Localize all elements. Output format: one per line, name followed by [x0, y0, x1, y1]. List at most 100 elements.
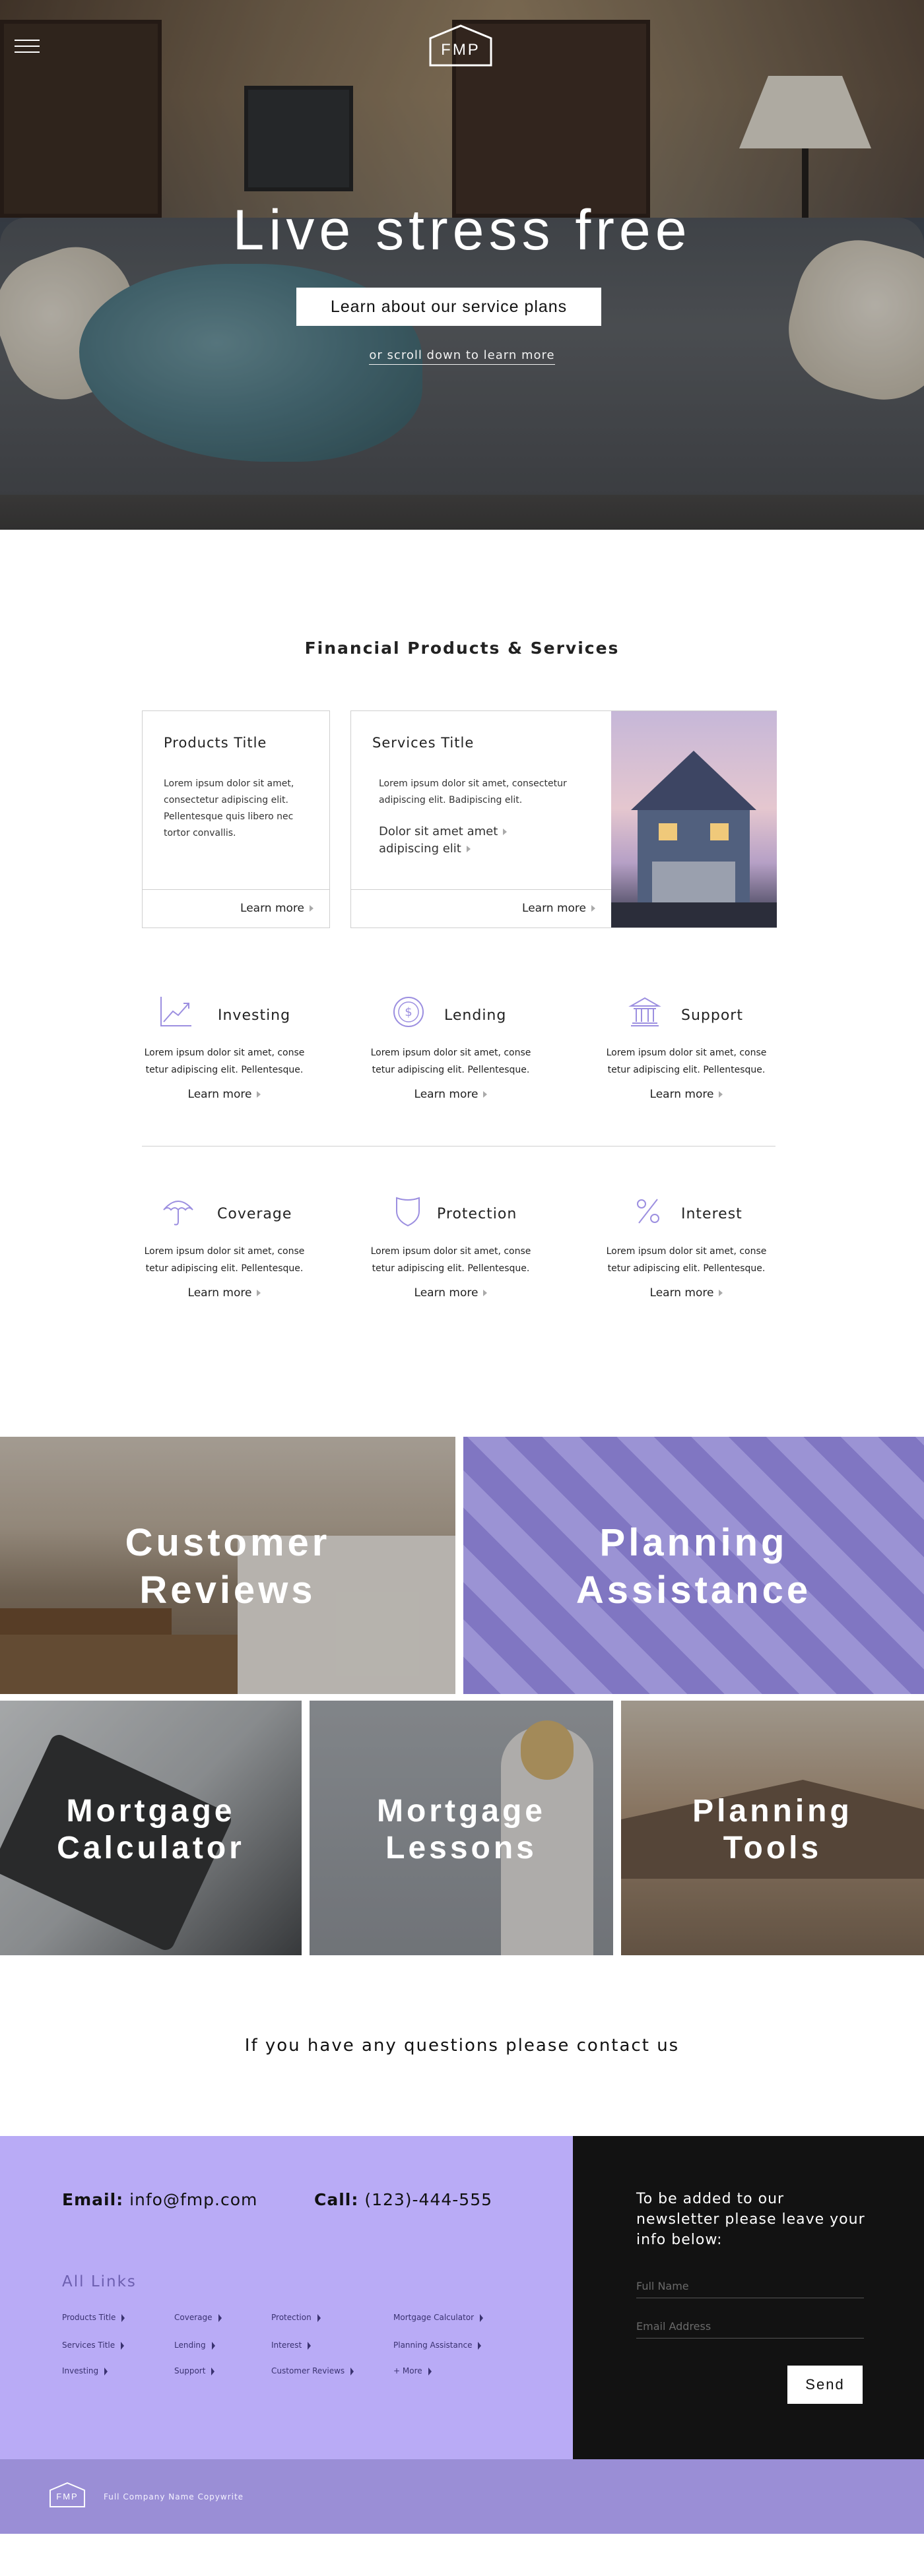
chevron-right-icon: [428, 2367, 432, 2375]
mortgage-calculator-tile[interactable]: Mortgage Calculator: [0, 1701, 302, 1955]
chevron-right-icon: [308, 2341, 312, 2350]
footer-link-label[interactable]: Interest: [271, 2340, 302, 2350]
tile-title-line: Reviews: [139, 1569, 316, 1612]
chevron-right-icon: [218, 2313, 222, 2322]
products-card: Products Title Lorem ipsum dolor sit ame…: [142, 710, 330, 928]
services-sublink[interactable]: adipiscing elit: [379, 840, 507, 858]
tile-title-line: Customer: [125, 1521, 331, 1564]
footer-link[interactable]: Planning Assistance: [393, 2340, 482, 2350]
scroll-down-text[interactable]: or scroll down to learn more: [369, 348, 555, 365]
footer-link-label[interactable]: + More: [393, 2366, 422, 2375]
feature-support: Support Lorem ipsum dolor sit amet, cons…: [597, 994, 776, 1101]
services-card-body: Lorem ipsum dolor sit amet, consectetur …: [379, 778, 567, 805]
products-learn-more-label[interactable]: Learn more: [240, 902, 304, 915]
bank-icon: [628, 997, 661, 1026]
footer-link[interactable]: Support: [174, 2366, 215, 2375]
footer-link-label[interactable]: Products Title: [62, 2313, 116, 2322]
footer-link[interactable]: Lending: [174, 2340, 215, 2350]
fmp-logo[interactable]: FMP: [428, 24, 493, 67]
footer-link-label[interactable]: Planning Assistance: [393, 2340, 472, 2350]
email-link[interactable]: info@fmp.com: [129, 2190, 257, 2209]
scroll-down-link[interactable]: or scroll down to learn more: [0, 348, 924, 365]
products-card-footer: Learn more: [143, 889, 329, 927]
services-card: Services Title Lorem ipsum dolor sit ame…: [350, 710, 777, 928]
products-learn-more-link[interactable]: Learn more: [240, 902, 314, 915]
learn-more-label[interactable]: Learn more: [414, 1286, 478, 1300]
tile-title: Mortgage Calculator: [0, 1793, 302, 1867]
footer-link-label[interactable]: Mortgage Calculator: [393, 2313, 474, 2322]
feature-learn-more-link[interactable]: Learn more: [135, 1286, 314, 1300]
learn-more-label[interactable]: Learn more: [414, 1088, 478, 1101]
services-sublink-label[interactable]: adipiscing elit: [379, 842, 461, 856]
products-services-cards: Products Title Lorem ipsum dolor sit ame…: [0, 710, 924, 928]
footer-link[interactable]: Investing: [62, 2366, 108, 2375]
dollar-coin-icon: $: [393, 997, 424, 1027]
feature-label: Coverage: [217, 1206, 292, 1222]
full-name-field[interactable]: [636, 2275, 864, 2298]
footer-link-label[interactable]: Customer Reviews: [271, 2366, 345, 2375]
footer-link[interactable]: Interest: [271, 2340, 312, 2350]
footer-link[interactable]: Coverage: [174, 2313, 222, 2322]
email-address-field[interactable]: [636, 2315, 864, 2339]
chevron-right-icon: [104, 2367, 108, 2375]
chevron-right-icon: [591, 905, 595, 912]
feature-learn-more-link[interactable]: Learn more: [362, 1286, 540, 1300]
learn-more-label[interactable]: Learn more: [650, 1088, 714, 1101]
feature-learn-more-link[interactable]: Learn more: [597, 1286, 776, 1300]
footer-link[interactable]: Mortgage Calculator: [393, 2313, 484, 2322]
learn-more-label[interactable]: Learn more: [650, 1286, 714, 1300]
chevron-right-icon: [503, 829, 508, 835]
chevron-right-icon: [317, 2313, 321, 2322]
newsletter-panel: To be added to our newsletter please lea…: [573, 2136, 924, 2459]
footer-link-label[interactable]: Support: [174, 2366, 205, 2375]
send-button[interactable]: Send: [787, 2366, 863, 2404]
hero-overlay: [0, 0, 924, 530]
services-learn-more-link[interactable]: Learn more: [522, 902, 595, 915]
feature-body: Lorem ipsum dolor sit amet, conse tetur …: [144, 1246, 305, 1274]
footer-link-label[interactable]: Services Title: [62, 2340, 115, 2350]
hamburger-menu-icon[interactable]: [15, 40, 40, 55]
tile-title: Customer Reviews: [0, 1519, 455, 1614]
feature-learn-more-link[interactable]: Learn more: [135, 1088, 314, 1101]
section-title: Financial Products & Services: [304, 639, 620, 658]
mortgage-lessons-tile[interactable]: Mortgage Lessons: [310, 1701, 613, 1955]
phone-link[interactable]: (123)-444-555: [364, 2190, 492, 2209]
feature-lending: $ Lending Lorem ipsum dolor sit amet, co…: [362, 994, 540, 1101]
chevron-right-icon: [257, 1290, 261, 1296]
chevron-right-icon: [121, 2313, 125, 2322]
chevron-right-icon: [211, 2341, 215, 2350]
learn-more-label[interactable]: Learn more: [188, 1286, 252, 1300]
planning-assistance-tile[interactable]: Planning Assistance: [463, 1437, 924, 1694]
services-learn-more-label[interactable]: Learn more: [522, 902, 586, 915]
footer-link[interactable]: Products Title: [62, 2313, 125, 2322]
feature-learn-more-link[interactable]: Learn more: [362, 1088, 540, 1101]
tile-title-line: Planning: [599, 1521, 788, 1564]
hero-title: Live stress free: [232, 199, 692, 262]
footer-link-label[interactable]: Lending: [174, 2340, 206, 2350]
chevron-right-icon: [257, 1091, 261, 1098]
footer-logo[interactable]: FMP: [49, 2482, 86, 2508]
feature-body: Lorem ipsum dolor sit amet, conse tetur …: [370, 1246, 531, 1274]
planning-tools-tile[interactable]: Planning Tools: [621, 1701, 924, 1955]
footer-link[interactable]: Protection: [271, 2313, 321, 2322]
feature-label: Interest: [681, 1206, 742, 1222]
tile-title-line: Planning: [692, 1794, 853, 1829]
house-window: [659, 823, 677, 840]
footer-link-label[interactable]: Protection: [271, 2313, 312, 2322]
customer-reviews-tile[interactable]: Customer Reviews: [0, 1437, 455, 1694]
services-card-title: Services Title: [372, 735, 475, 751]
footer-link[interactable]: + More: [393, 2366, 432, 2375]
feature-interest: Interest Lorem ipsum dolor sit amet, con…: [597, 1193, 776, 1300]
footer-link-label[interactable]: Investing: [62, 2366, 98, 2375]
footer-link-label[interactable]: Coverage: [174, 2313, 213, 2322]
feature-label: Investing: [218, 1007, 291, 1024]
email-label: Email:: [62, 2190, 124, 2209]
service-plans-button[interactable]: Learn about our service plans: [296, 288, 601, 326]
footer-link[interactable]: Customer Reviews: [271, 2366, 354, 2375]
services-sublink-label[interactable]: Dolor sit amet amet: [379, 825, 498, 838]
feature-learn-more-link[interactable]: Learn more: [597, 1088, 776, 1101]
learn-more-label[interactable]: Learn more: [188, 1088, 252, 1101]
services-sublink[interactable]: Dolor sit amet amet: [379, 823, 508, 840]
feature-label: Protection: [437, 1206, 517, 1222]
footer-link[interactable]: Services Title: [62, 2340, 125, 2350]
